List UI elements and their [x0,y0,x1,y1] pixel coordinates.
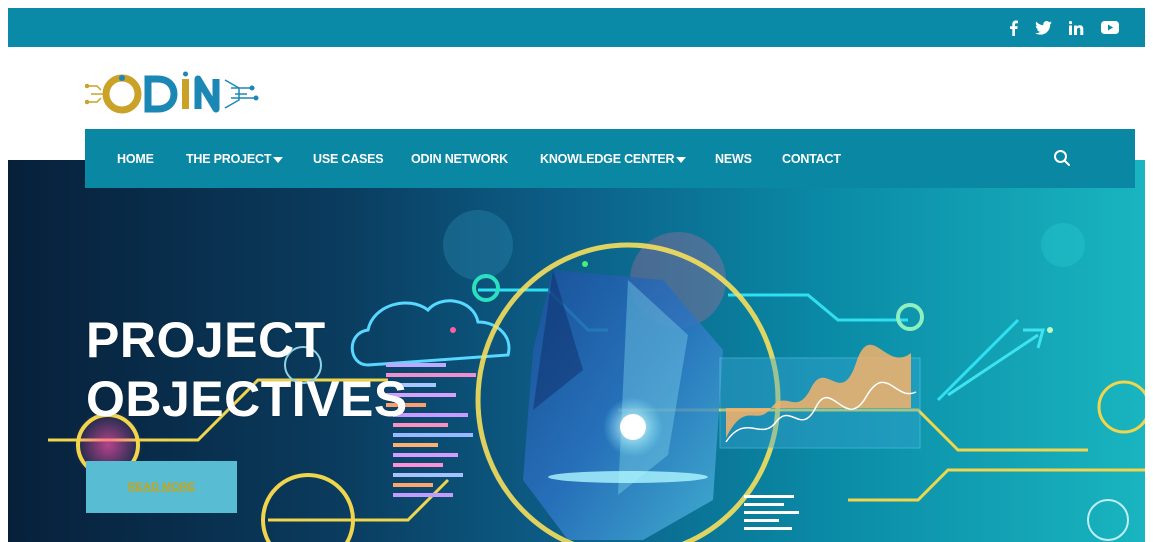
read-more-label: READ MORE [127,481,196,493]
caret-down-icon [676,157,687,163]
nav-item-knowledge-center[interactable]: KNOWLEDGE CENTER [540,129,687,188]
nav-item-home[interactable]: HOME [117,129,154,188]
hero-title-line2: OBJECTIVES [86,371,408,427]
nav-item-the-project[interactable]: THE PROJECT [186,129,284,188]
top-bar [8,8,1145,47]
twitter-icon[interactable] [1035,20,1052,35]
social-links [1009,8,1119,47]
nav-item-contact[interactable]: CONTACT [782,129,841,188]
odin-logo[interactable] [84,68,275,120]
search-icon[interactable] [1053,149,1071,167]
nav-item-use-cases[interactable]: USE CASES [313,129,384,188]
youtube-icon[interactable] [1101,21,1119,34]
caret-down-icon [273,157,284,163]
linkedin-icon[interactable] [1069,20,1084,35]
hero-title: PROJECT OBJECTIVES [86,311,408,429]
read-more-button[interactable]: READ MORE [86,461,237,513]
facebook-icon[interactable] [1009,20,1018,36]
main-navbar: HOME THE PROJECT USE CASES ODIN NETWORK … [85,129,1135,188]
nav-item-news[interactable]: NEWS [715,129,752,188]
nav-item-odin-network[interactable]: ODIN NETWORK [411,129,508,188]
hero-title-line1: PROJECT [86,312,326,368]
